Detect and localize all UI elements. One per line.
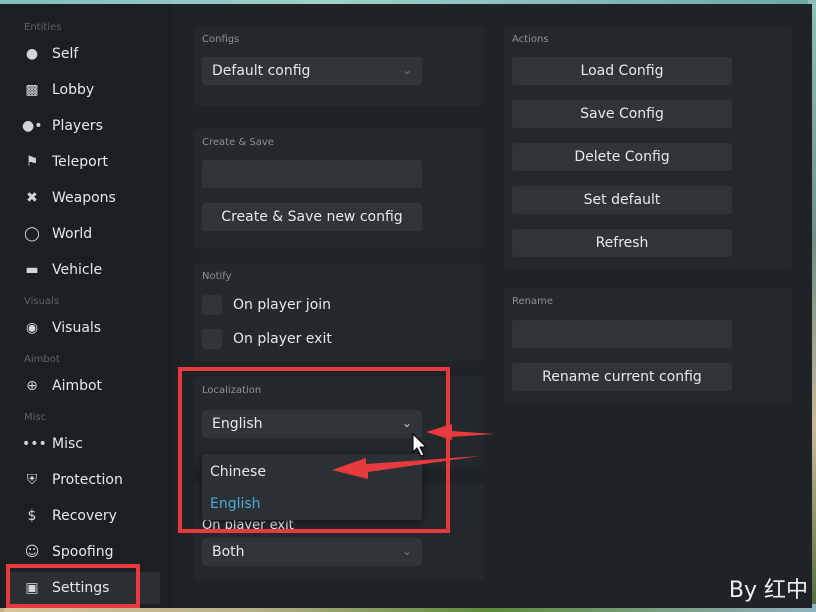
arrow-to-option [332,456,480,479]
mouse-cursor-icon [412,432,428,457]
annotation-arrows [332,424,494,479]
watermark-text: By 红中 [728,578,808,603]
arrow-to-select [426,424,494,440]
